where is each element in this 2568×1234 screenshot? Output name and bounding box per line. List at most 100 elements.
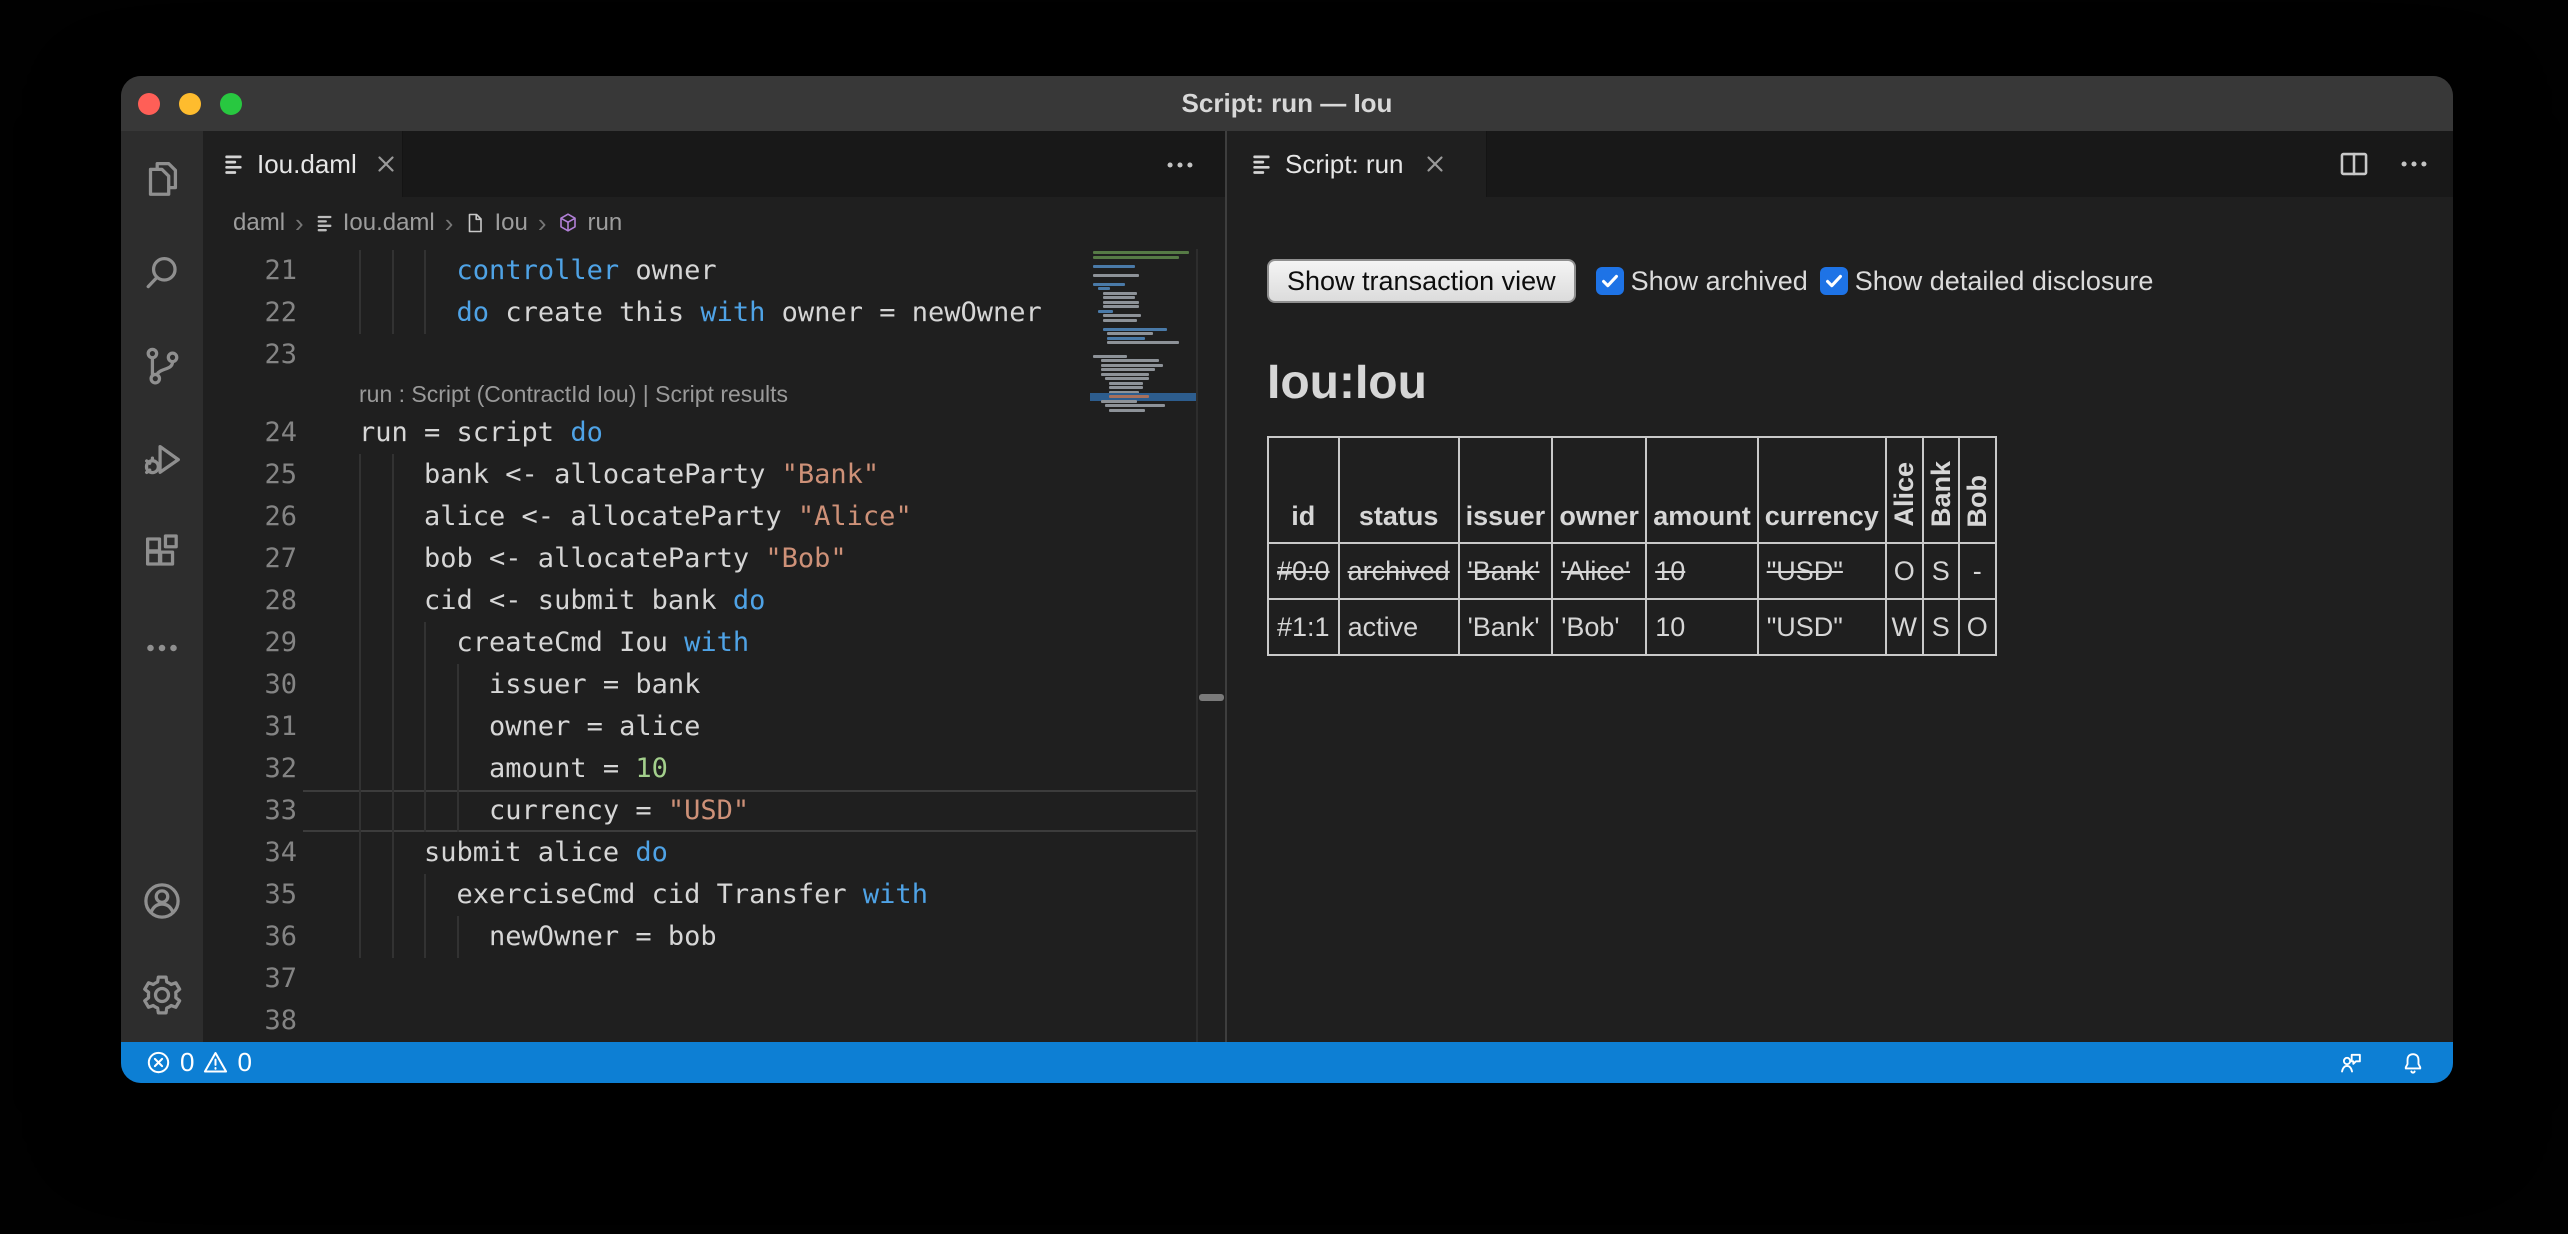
cell-owner: 'Bob': [1552, 599, 1646, 655]
cell-amount: 10: [1646, 599, 1758, 655]
checkbox-checked-icon[interactable]: [1820, 267, 1848, 295]
warning-icon: [202, 1049, 229, 1076]
script-results-panel: Script: run Show transaction view Show a…: [1231, 131, 2453, 1042]
activity-bar-item-run-debug[interactable]: [121, 413, 203, 507]
code-text: run = script do: [359, 412, 603, 454]
cell-id: #1:1: [1268, 599, 1339, 655]
line-number: 30: [203, 664, 297, 706]
close-tab-icon[interactable]: [1420, 149, 1450, 179]
feedback-icon[interactable]: [2337, 1049, 2365, 1077]
panel-tab-bar: Script: run: [1231, 131, 2453, 197]
activity-bar-item-settings-gear[interactable]: [121, 948, 203, 1042]
activity-bar-item-search[interactable]: [121, 225, 203, 319]
error-count: 0: [180, 1047, 194, 1078]
problems-status[interactable]: 0 0: [145, 1047, 252, 1078]
tab-script-run[interactable]: Script: run: [1231, 131, 1487, 197]
party-column-header-alice: Alice: [1886, 437, 1923, 543]
checkbox-show-archived[interactable]: Show archived: [1596, 266, 1808, 297]
minimap-line: [1103, 301, 1139, 304]
code-line: 30 issuer = bank: [203, 664, 1225, 706]
minimap-line: [1109, 409, 1145, 412]
minimap-line: [1093, 251, 1189, 254]
close-tab-icon[interactable]: [373, 149, 399, 179]
checkbox-checked-icon[interactable]: [1596, 267, 1624, 295]
minimap-line: [1109, 395, 1149, 398]
minimap-line: [1093, 355, 1127, 358]
code-line: 36 newOwner = bob: [203, 916, 1225, 958]
code-line: 26 alice <- allocateParty "Alice": [203, 496, 1225, 538]
minimap-line: [1093, 265, 1135, 268]
cell-currency: "USD": [1758, 543, 1886, 599]
party-column-header-bob: Bob: [1959, 437, 1996, 543]
minimap-line: [1093, 274, 1139, 277]
activity-bar-item-extensions[interactable]: [121, 507, 203, 601]
codelens[interactable]: run : Script (ContractId Iou) | Script r…: [359, 376, 788, 412]
code-text: alice <- allocateParty "Alice": [359, 496, 912, 538]
code-line: 22 do create this with owner = newOwner: [203, 292, 1225, 334]
line-number: 23: [203, 334, 297, 376]
tab-iou-daml[interactable]: Iou.daml: [203, 131, 403, 197]
error-icon: [145, 1049, 172, 1076]
code-text: bank <- allocateParty "Bank": [359, 454, 879, 496]
table-header-row: idstatusissuerowneramountcurrencyAliceBa…: [1268, 437, 1996, 543]
breadcrumb-item-iou[interactable]: Iou: [463, 209, 527, 237]
cell-party-bob: O: [1959, 599, 1996, 655]
ellipsis-icon[interactable]: [2397, 147, 2431, 181]
line-number: 36: [203, 916, 297, 958]
cell-owner: 'Alice': [1552, 543, 1646, 599]
cell-status: active: [1339, 599, 1459, 655]
code-text: owner = alice: [359, 706, 700, 748]
cell-amount: 10: [1646, 543, 1758, 599]
line-number: 35: [203, 874, 297, 916]
cell-currency: "USD": [1758, 599, 1886, 655]
code-line: 35 exerciseCmd cid Transfer with: [203, 874, 1225, 916]
title-bar[interactable]: Script: run — Iou: [121, 76, 2453, 131]
minimap-line: [1107, 332, 1153, 335]
breadcrumb-item-iou-daml[interactable]: Iou.daml: [314, 209, 435, 237]
code-text: createCmd Iou with: [359, 622, 749, 664]
minimap-line: [1101, 364, 1163, 367]
split-editor-icon[interactable]: [2337, 147, 2371, 181]
editor-more-actions[interactable]: [1163, 148, 1197, 182]
activity-bar-item-source-control[interactable]: [121, 319, 203, 413]
cell-id: #0:0: [1268, 543, 1339, 599]
breadcrumb: daml›Iou.daml›Iou›run: [203, 197, 1225, 249]
notifications-bell-icon[interactable]: [2399, 1049, 2427, 1077]
tab-label: Script: run: [1285, 149, 1404, 180]
code-line: 25 bank <- allocateParty "Bank": [203, 454, 1225, 496]
checkbox-show-detailed-disclosure[interactable]: Show detailed disclosure: [1820, 266, 2154, 297]
line-number: 22: [203, 292, 297, 334]
line-number: 38: [203, 1000, 297, 1042]
vscode-window: Script: run — Iou Iou.daml daml›Iou.daml…: [121, 76, 2453, 1083]
cell-party-bank: S: [1923, 543, 1959, 599]
code-text: controller owner: [359, 250, 717, 292]
activity-bar-item-explorer[interactable]: [121, 131, 203, 225]
breadcrumb-item-run[interactable]: run: [556, 209, 622, 237]
breadcrumb-item-daml[interactable]: daml: [233, 209, 285, 237]
daml-file-icon: [314, 212, 336, 234]
code-editor[interactable]: 21 controller owner22 do create this wit…: [203, 249, 1225, 1042]
activity-bar-item-account[interactable]: [121, 854, 203, 948]
line-number: 28: [203, 580, 297, 622]
scrollbar-thumb[interactable]: [1199, 694, 1224, 701]
activity-bar-item-more[interactable]: [121, 601, 203, 695]
ellipsis-icon: [1163, 148, 1197, 182]
minimap-line: [1103, 296, 1135, 299]
minimap-line: [1103, 314, 1141, 317]
script-controls: Show transaction view Show archived Show …: [1267, 258, 2453, 304]
minimap-line: [1101, 368, 1155, 371]
code-text: issuer = bank: [359, 664, 700, 706]
show-transaction-view-button[interactable]: Show transaction view: [1267, 259, 1576, 303]
script-results-body: Show transaction view Show archived Show …: [1231, 249, 2453, 1042]
contract-table-heading: Iou:Iou: [1267, 358, 2453, 408]
minimap-line: [1093, 256, 1179, 259]
column-header-currency: currency: [1758, 437, 1886, 543]
minimap[interactable]: [1090, 249, 1196, 1042]
file-icon: [463, 211, 487, 235]
code-text: exerciseCmd cid Transfer with: [359, 874, 928, 916]
line-number: 27: [203, 538, 297, 580]
contract-row: #0:0archived'Bank''Alice'10"USD"OS-: [1268, 543, 1996, 599]
warning-count: 0: [237, 1047, 251, 1078]
minimap-line: [1105, 404, 1165, 407]
line-number: 29: [203, 622, 297, 664]
